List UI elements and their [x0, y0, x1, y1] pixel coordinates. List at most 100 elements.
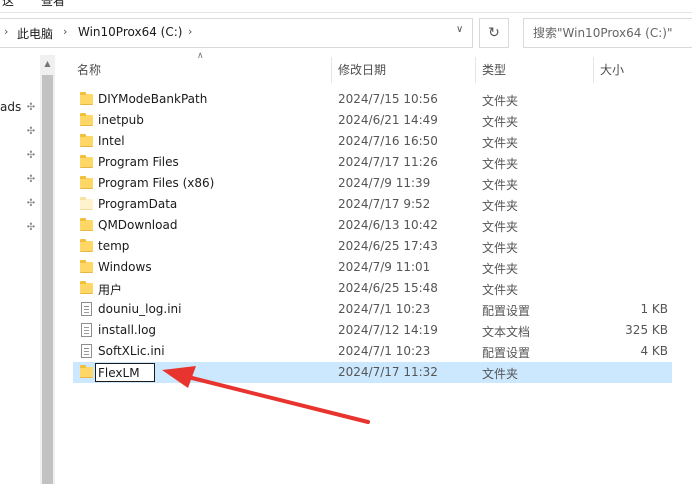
file-row[interactable]: Intel 2024/7/16 16:50 文件夹 [73, 131, 672, 152]
file-size: 325 KB [625, 323, 668, 337]
ribbon-tabs: 这 查看 [0, 0, 692, 9]
pin-icon[interactable]: ✣ [25, 198, 37, 210]
file-row[interactable]: inetpub 2024/6/21 14:49 文件夹 [73, 110, 672, 131]
settings-file-icon [79, 344, 93, 358]
file-type: 文件夹 [482, 199, 519, 213]
column-header-name[interactable]: 名称 [77, 57, 101, 83]
file-row[interactable]: SoftXLic.ini 2024/7/1 10:23 配置设置 4 KB [73, 341, 672, 362]
file-name: temp [98, 239, 130, 253]
folder-icon [79, 92, 93, 106]
file-row[interactable]: temp 2024/6/25 17:43 文件夹 [73, 236, 672, 257]
column-divider[interactable] [331, 57, 332, 83]
ribbon-tab-view[interactable]: 查看 [41, 0, 65, 9]
pin-icon[interactable]: ✣ [25, 174, 37, 186]
column-divider[interactable] [475, 57, 476, 83]
file-name: Program Files [98, 155, 179, 169]
settings-file-icon [79, 302, 93, 316]
rename-input[interactable]: FlexLM [95, 363, 155, 382]
refresh-icon: ↻ [488, 25, 500, 41]
chevron-right-icon[interactable]: › [4, 25, 8, 38]
folder-icon [79, 365, 93, 379]
new-folder-row[interactable]: FlexLM 2024/7/17 11:32 文件夹 [73, 362, 672, 383]
column-divider[interactable] [593, 57, 594, 83]
pin-icon[interactable]: ✣ [25, 222, 37, 234]
file-type: 文件夹 [482, 115, 519, 129]
file-name: QMDownload [98, 218, 178, 232]
scroll-up-icon[interactable]: ▲ [40, 59, 55, 69]
file-name: SoftXLic.ini [98, 344, 165, 358]
file-type: 文本文档 [482, 325, 531, 339]
file-row[interactable]: install.log 2024/7/12 14:19 文本文档 325 KB [73, 320, 672, 341]
file-size: 4 KB [640, 344, 668, 358]
file-date: 2024/6/25 15:48 [338, 281, 438, 295]
file-name: Windows [98, 260, 152, 274]
hidden-folder-icon [79, 197, 93, 211]
chevron-down-icon[interactable]: ∨ [456, 24, 463, 35]
file-date: 2024/6/21 14:49 [338, 113, 438, 127]
file-type: 配置设置 [482, 304, 531, 318]
file-date: 2024/7/9 11:01 [338, 260, 431, 274]
file-row[interactable]: QMDownload 2024/6/13 10:42 文件夹 [73, 215, 672, 236]
file-type: 文件夹 [482, 241, 519, 255]
file-row[interactable]: DIYModeBankPath 2024/7/15 10:56 文件夹 [73, 89, 672, 110]
file-row[interactable]: Program Files (x86) 2024/7/9 11:39 文件夹 [73, 173, 672, 194]
file-date: 2024/7/1 10:23 [338, 344, 431, 358]
file-name: 用户 [98, 283, 123, 297]
file-date: 2024/6/25 17:43 [338, 239, 438, 253]
file-row[interactable]: douniu_log.ini 2024/7/1 10:23 配置设置 1 KB [73, 299, 672, 320]
chevron-right-icon[interactable]: › [63, 25, 67, 38]
file-name: inetpub [98, 113, 144, 127]
breadcrumb-drive-c[interactable]: Win10Prox64 (C:) [78, 25, 182, 39]
breadcrumb-this-pc[interactable]: 此电脑 [17, 25, 53, 42]
file-row[interactable]: ProgramData 2024/7/17 9:52 文件夹 [73, 194, 672, 215]
file-type: 文件夹 [482, 136, 519, 150]
address-bar[interactable]: › 此电脑 › Win10Prox64 (C:) › ∨ [0, 18, 473, 48]
file-type: 文件夹 [482, 283, 519, 297]
file-type: 文件夹 [482, 178, 519, 192]
sort-ascending-icon: ∧ [197, 51, 204, 61]
file-row[interactable]: Program Files 2024/7/17 11:26 文件夹 [73, 152, 672, 173]
file-type: 文件夹 [482, 262, 519, 276]
file-explorer-window: 这 查看 › 此电脑 › Win10Prox64 (C:) › ∨ ↻ ads … [0, 0, 692, 484]
folder-icon [79, 260, 93, 274]
scroll-thumb[interactable] [42, 75, 53, 484]
file-size: 1 KB [640, 302, 668, 316]
column-header-type[interactable]: 类型 [482, 57, 506, 83]
folder-icon [79, 155, 93, 169]
file-name: install.log [98, 323, 157, 337]
file-date: 2024/7/12 14:19 [338, 323, 438, 337]
pin-icon[interactable]: ✣ [25, 150, 37, 162]
nav-scrollbar[interactable]: ▲ [40, 55, 55, 484]
folder-icon [79, 113, 93, 127]
chevron-right-icon[interactable]: › [188, 25, 192, 38]
folder-icon [79, 218, 93, 232]
file-name: Program Files (x86) [98, 176, 215, 190]
column-header-size[interactable]: 大小 [600, 57, 624, 83]
file-row[interactable]: 用户 2024/6/25 15:48 文件夹 [73, 278, 672, 299]
search-box[interactable] [523, 18, 692, 48]
file-date: 2024/7/1 10:23 [338, 302, 431, 316]
file-type: 文件夹 [482, 220, 519, 234]
file-date: 2024/7/15 10:56 [338, 92, 438, 106]
refresh-button[interactable]: ↻ [479, 18, 509, 48]
folder-icon [79, 281, 93, 295]
file-row[interactable]: Windows 2024/7/9 11:01 文件夹 [73, 257, 672, 278]
folder-icon [79, 134, 93, 148]
file-date: 2024/7/17 11:32 [338, 365, 438, 379]
file-date: 2024/7/9 11:39 [338, 176, 431, 190]
pin-icon[interactable]: ✣ [25, 126, 37, 138]
folder-icon [79, 239, 93, 253]
file-name: DIYModeBankPath [98, 92, 208, 106]
folder-icon [79, 176, 93, 190]
ribbon-tab-partial[interactable]: 这 [2, 0, 14, 9]
text-file-icon [79, 323, 93, 337]
column-header-date[interactable]: 修改日期 [338, 57, 386, 83]
ribbon-divider [0, 12, 692, 13]
file-date: 2024/6/13 10:42 [338, 218, 438, 232]
nav-item-partial[interactable]: ads [0, 100, 21, 114]
file-date: 2024/7/16 16:50 [338, 134, 438, 148]
file-date: 2024/7/17 9:52 [338, 197, 431, 211]
pin-icon[interactable]: ✣ [25, 102, 37, 114]
file-type: 文件夹 [482, 157, 519, 171]
search-input[interactable] [524, 19, 692, 47]
